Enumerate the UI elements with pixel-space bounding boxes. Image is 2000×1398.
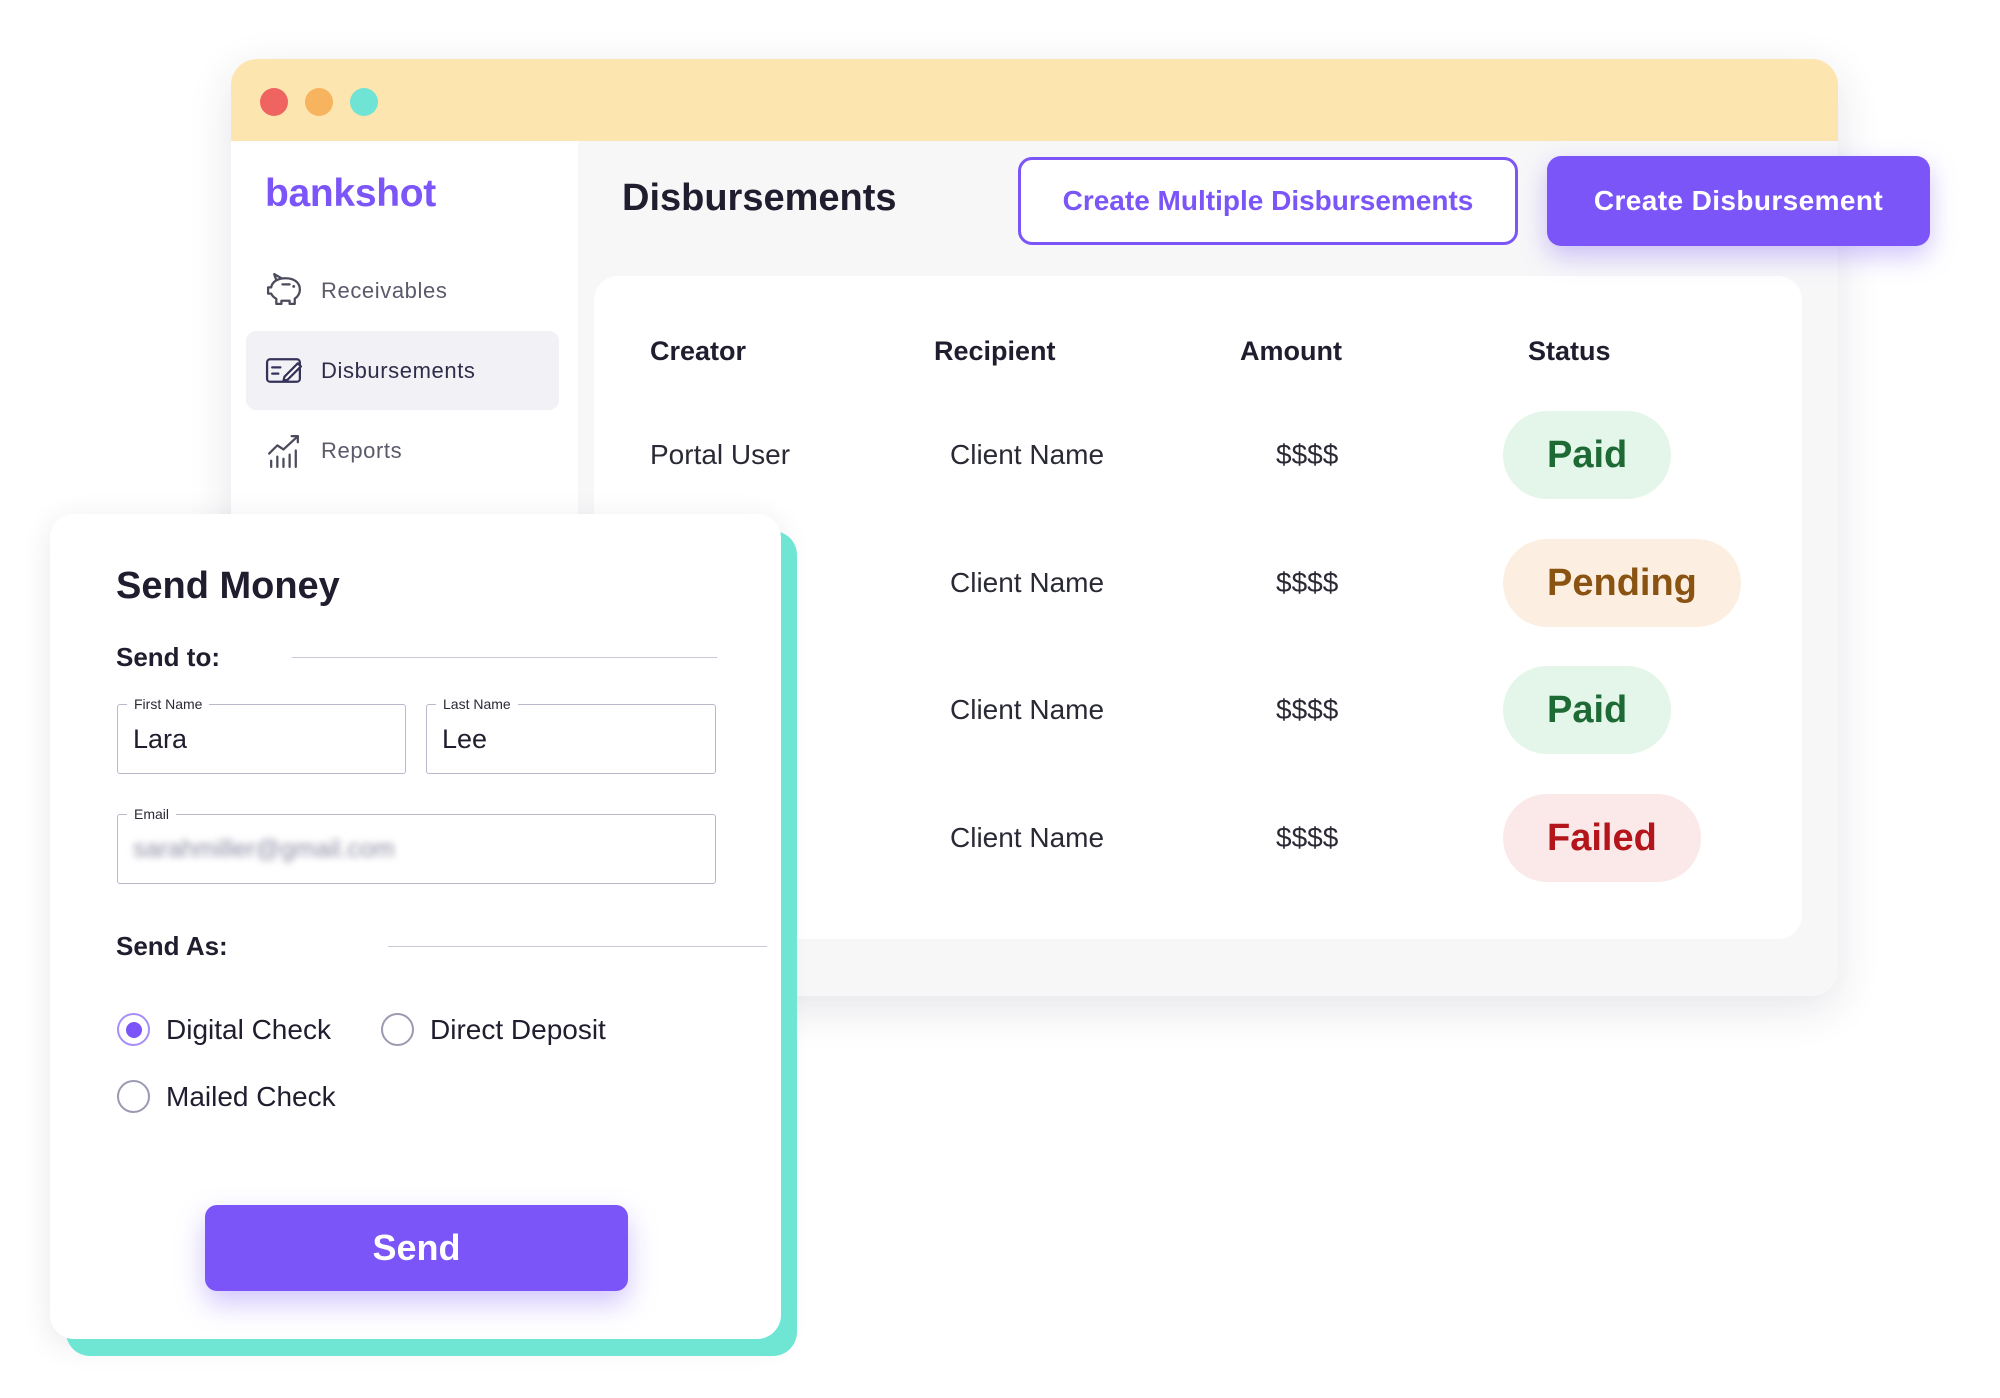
creator-cell: Portal User	[650, 439, 791, 470]
create-disbursement-button[interactable]: Create Disbursement	[1547, 156, 1930, 246]
sidebar-item-label: Receivables	[321, 278, 448, 303]
send-money-title: Send Money	[116, 565, 340, 607]
status-badge: Paid	[1503, 411, 1672, 499]
sidebar-item-label: Reports	[321, 438, 403, 463]
section-divider	[388, 946, 767, 947]
recipient-cell: Client Name	[950, 694, 1105, 725]
last-name-field[interactable]: Last Name	[426, 695, 716, 774]
create-multiple-disbursements-button[interactable]: Create Multiple Disbursements	[1018, 157, 1518, 245]
status-badge: Paid	[1503, 666, 1672, 754]
window-title-bar	[231, 59, 1838, 141]
radio-button[interactable]	[381, 1013, 414, 1046]
radio-button[interactable]	[117, 1013, 150, 1046]
first-name-input[interactable]	[118, 705, 405, 773]
send-as-label: Send As:	[116, 931, 228, 961]
status-badge: Failed	[1503, 794, 1701, 882]
sidebar-item-label: Disbursements	[321, 358, 476, 383]
section-divider	[292, 657, 717, 658]
last-name-input[interactable]	[427, 705, 715, 773]
first-name-field[interactable]: First Name	[117, 695, 406, 774]
sidebar-item-disbursements[interactable]: Disbursements	[246, 331, 559, 410]
close-window-dot[interactable]	[260, 88, 288, 116]
bankshot-logo[interactable]: bankshot	[265, 171, 436, 217]
growth-chart-icon	[264, 430, 305, 471]
option-digital-check[interactable]: Digital Check	[117, 1012, 331, 1047]
recipient-cell: Client Name	[950, 439, 1105, 470]
recipient-cell: Client Name	[950, 567, 1105, 598]
email-input[interactable]	[118, 815, 715, 883]
amount-cell: $$$$	[1276, 822, 1339, 853]
maximize-window-dot[interactable]	[350, 88, 378, 116]
option-label: Digital Check	[166, 1014, 331, 1045]
column-header-creator[interactable]: Creator	[650, 331, 746, 371]
option-label: Direct Deposit	[430, 1014, 606, 1045]
option-label: Mailed Check	[166, 1081, 336, 1112]
option-direct-deposit[interactable]: Direct Deposit	[381, 1012, 606, 1047]
table-header-row: Creator Recipient Amount Status	[594, 331, 1802, 371]
option-mailed-check[interactable]: Mailed Check	[117, 1079, 336, 1114]
column-header-status[interactable]: Status	[1528, 331, 1611, 371]
column-header-amount[interactable]: Amount	[1240, 331, 1342, 371]
table-row[interactable]: Portal User Client Name $$$$ Paid	[594, 411, 1802, 499]
sidebar-item-reports[interactable]: Reports	[246, 411, 559, 490]
column-header-recipient[interactable]: Recipient	[934, 331, 1056, 371]
minimize-window-dot[interactable]	[305, 88, 333, 116]
page-title: Disbursements	[622, 177, 897, 219]
amount-cell: $$$$	[1276, 567, 1339, 598]
send-money-card: Send Money Send to: First Name Last Name…	[50, 514, 781, 1339]
email-field[interactable]: Email	[117, 805, 716, 884]
amount-cell: $$$$	[1276, 439, 1339, 470]
recipient-cell: Client Name	[950, 822, 1105, 853]
radio-button[interactable]	[117, 1080, 150, 1113]
page: bankshot Receivables Disbursements Repor…	[0, 0, 2000, 1398]
piggy-bank-icon	[264, 270, 305, 311]
send-to-label: Send to:	[116, 642, 220, 672]
amount-cell: $$$$	[1276, 694, 1339, 725]
send-button[interactable]: Send	[205, 1205, 628, 1291]
sidebar-item-receivables[interactable]: Receivables	[246, 251, 559, 330]
status-badge: Pending	[1503, 539, 1741, 627]
check-pen-icon	[264, 350, 305, 391]
